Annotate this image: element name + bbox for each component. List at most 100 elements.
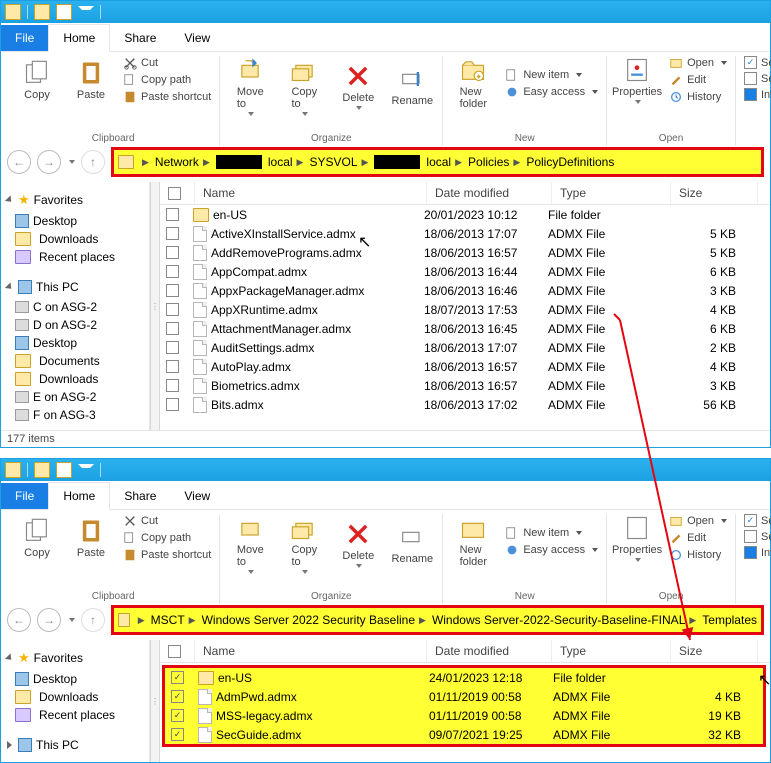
table-row[interactable]: ActiveXInstallService.admx18/06/2013 17:… <box>160 224 770 243</box>
new-item-button[interactable]: New item <box>505 526 598 540</box>
row-checkbox[interactable] <box>166 322 179 335</box>
copy-to-button[interactable]: Copy to <box>282 514 326 574</box>
table-row[interactable]: AddRemovePrograms.admx18/06/2013 16:57AD… <box>160 243 770 262</box>
cut-button[interactable]: Cut <box>123 514 211 528</box>
copy-to-button[interactable]: Copy to <box>282 56 326 116</box>
favorites-header[interactable]: ★Favorites <box>5 646 145 670</box>
sidebar-item-desktop[interactable]: Desktop <box>5 334 145 352</box>
column-type[interactable]: Type <box>552 182 671 204</box>
breadcrumb-item[interactable]: MSCT <box>151 613 185 627</box>
address-bar[interactable]: ▶MSCT ▶Windows Server 2022 Security Base… <box>111 605 764 635</box>
row-checkbox[interactable]: ✓ <box>171 709 184 722</box>
sidebar-item-desktop[interactable]: Desktop <box>5 212 145 230</box>
chevron-down-icon[interactable] <box>78 6 94 18</box>
tab-file[interactable]: File <box>1 25 48 51</box>
breadcrumb-item[interactable]: local <box>268 155 293 169</box>
move-to-button[interactable]: Move to <box>228 514 272 574</box>
delete-button[interactable]: Delete <box>336 520 380 568</box>
sidebar-item-recent[interactable]: Recent places <box>5 248 145 266</box>
rename-button[interactable]: Rename <box>390 523 434 565</box>
paste-button[interactable]: Paste <box>69 59 113 101</box>
forward-button[interactable]: → <box>37 608 61 632</box>
row-checkbox[interactable] <box>166 303 179 316</box>
column-name[interactable]: Name <box>195 182 427 204</box>
sidebar-item-downloads[interactable]: Downloads <box>5 230 145 248</box>
new-folder-button[interactable]: ✦New folder <box>451 56 495 110</box>
splitter[interactable]: ⋮ <box>150 640 160 762</box>
address-bar[interactable]: ▶Network ▶xxxxxlocal ▶SYSVOL ▶xxxxxlocal… <box>111 147 764 177</box>
row-checkbox[interactable] <box>166 246 179 259</box>
back-button[interactable]: ← <box>7 608 31 632</box>
sidebar-item-downloads[interactable]: Downloads <box>5 688 145 706</box>
breadcrumb-item[interactable]: xxxxx <box>216 155 262 169</box>
table-row[interactable]: AuditSettings.admx18/06/2013 17:07ADMX F… <box>160 338 770 357</box>
table-row[interactable]: AutoPlay.admx18/06/2013 16:57ADMX File4 … <box>160 357 770 376</box>
move-to-button[interactable]: Move to <box>228 56 272 116</box>
sidebar-item-desktop[interactable]: Desktop <box>5 670 145 688</box>
row-checkbox[interactable] <box>166 398 179 411</box>
forward-button[interactable]: → <box>37 150 61 174</box>
breadcrumb-item[interactable]: local <box>426 155 451 169</box>
column-checkbox[interactable] <box>160 640 195 662</box>
rename-button[interactable]: Rename <box>390 65 434 107</box>
row-checkbox[interactable] <box>166 360 179 373</box>
column-date[interactable]: Date modified <box>427 182 552 204</box>
row-checkbox[interactable] <box>166 284 179 297</box>
sidebar-item-recent[interactable]: Recent places <box>5 706 145 724</box>
column-size[interactable]: Size <box>671 182 758 204</box>
open-button[interactable]: Open <box>669 56 727 70</box>
tab-home[interactable]: Home <box>48 482 110 510</box>
breadcrumb-item[interactable]: Templates <box>702 613 757 627</box>
splitter[interactable]: ⋮ <box>150 182 160 430</box>
paste-shortcut-button[interactable]: Paste shortcut <box>123 548 211 562</box>
column-name[interactable]: Name <box>195 640 427 662</box>
thispc-header[interactable]: This PC <box>5 734 145 756</box>
tab-file[interactable]: File <box>1 483 48 509</box>
column-size[interactable]: Size <box>671 640 758 662</box>
row-checkbox[interactable] <box>166 208 179 221</box>
row-checkbox[interactable] <box>166 341 179 354</box>
cut-button[interactable]: Cut <box>123 56 211 70</box>
breadcrumb-item[interactable]: Network <box>155 155 199 169</box>
properties-button[interactable]: Properties <box>615 56 659 104</box>
table-row[interactable]: AppCompat.admx18/06/2013 16:44ADMX File6… <box>160 262 770 281</box>
delete-button[interactable]: Delete <box>336 62 380 110</box>
properties-button[interactable]: Properties <box>615 514 659 562</box>
table-row[interactable]: ✓SecGuide.admx09/07/2021 19:25ADMX File3… <box>165 725 763 744</box>
open-button[interactable]: Open <box>669 514 727 528</box>
sidebar-item-documents[interactable]: Documents <box>5 352 145 370</box>
easy-access-button[interactable]: Easy access <box>505 85 598 99</box>
row-checkbox[interactable] <box>166 227 179 240</box>
history-button[interactable]: History <box>669 548 727 562</box>
sidebar-item-drive[interactable]: D on ASG-2 <box>5 316 145 334</box>
row-checkbox[interactable]: ✓ <box>171 690 184 703</box>
row-checkbox[interactable]: ✓ <box>171 671 184 684</box>
table-row[interactable]: AppXRuntime.admx18/07/2013 17:53ADMX Fil… <box>160 300 770 319</box>
column-type[interactable]: Type <box>552 640 671 662</box>
row-checkbox[interactable] <box>166 265 179 278</box>
paste-button[interactable]: Paste <box>69 517 113 559</box>
breadcrumb-item[interactable]: xxxxx <box>374 155 420 169</box>
breadcrumb-item[interactable]: Policies <box>468 155 509 169</box>
new-item-button[interactable]: New item <box>505 68 598 82</box>
easy-access-button[interactable]: Easy access <box>505 543 598 557</box>
sidebar-item-drive[interactable]: F on ASG-3 <box>5 406 145 424</box>
breadcrumb-item[interactable]: Windows Server-2022-Security-Baseline-FI… <box>432 613 685 627</box>
column-checkbox[interactable] <box>160 182 195 204</box>
breadcrumb-item[interactable]: PolicyDefinitions <box>526 155 614 169</box>
table-row[interactable]: ✓en-US24/01/2023 12:18File folder <box>165 668 763 687</box>
select-all-button[interactable]: ✓Select all <box>744 514 771 527</box>
row-checkbox[interactable] <box>166 379 179 392</box>
favorites-header[interactable]: ★Favorites <box>5 188 145 212</box>
copy-path-button[interactable]: Copy path <box>123 531 211 545</box>
up-button[interactable]: ↑ <box>81 608 105 632</box>
history-button[interactable]: History <box>669 90 727 104</box>
chevron-down-icon[interactable] <box>78 464 94 476</box>
breadcrumb-item[interactable]: Windows Server 2022 Security Baseline <box>202 613 415 627</box>
column-date[interactable]: Date modified <box>427 640 552 662</box>
invert-selection-button[interactable]: Invert selection <box>744 88 771 101</box>
breadcrumb-item[interactable]: SYSVOL <box>309 155 357 169</box>
tab-share[interactable]: Share <box>110 25 170 51</box>
tab-share[interactable]: Share <box>110 483 170 509</box>
table-row[interactable]: Bits.admx18/06/2013 17:02ADMX File56 KB <box>160 395 770 414</box>
